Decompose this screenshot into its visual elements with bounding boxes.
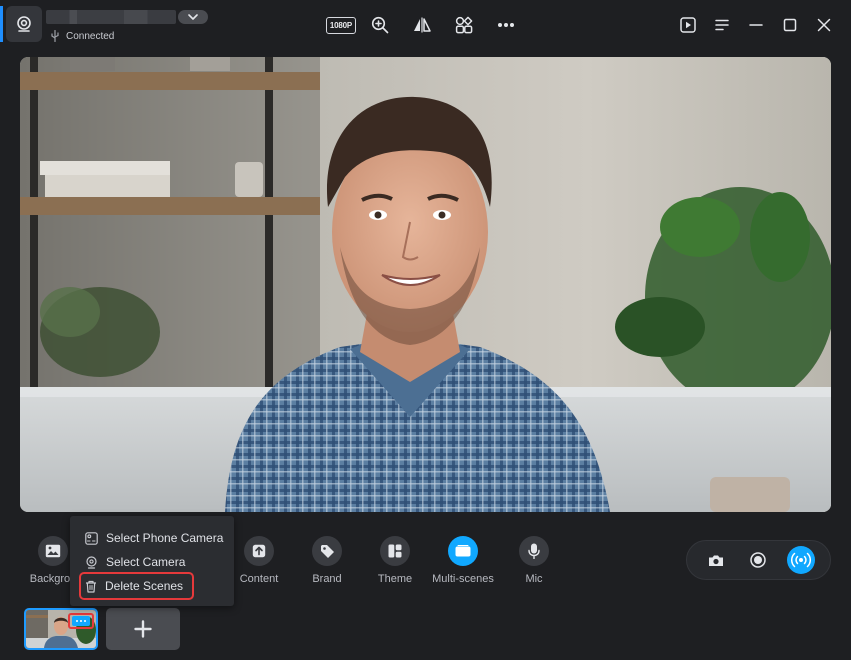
capture-controls — [686, 540, 831, 580]
record-icon — [750, 552, 767, 568]
resolution-button[interactable]: 1080P — [326, 13, 356, 37]
more-options-button[interactable] — [490, 13, 522, 37]
mirror-button[interactable] — [406, 13, 438, 37]
scene-more-button[interactable] — [68, 613, 94, 629]
mic-button[interactable]: Mic — [501, 536, 567, 585]
broadcast-icon — [790, 552, 811, 568]
maximize-icon — [783, 18, 797, 32]
zoom-in-icon — [371, 16, 389, 34]
menu-item-select-camera[interactable]: Select Camera — [70, 550, 234, 574]
add-scene-button[interactable] — [106, 608, 180, 650]
close-icon — [817, 18, 831, 32]
content-label: Content — [239, 573, 279, 585]
live-stream-button[interactable] — [786, 546, 815, 574]
close-button[interactable] — [807, 13, 841, 37]
webcam-icon — [17, 16, 31, 32]
view-tools: 1080P — [326, 13, 522, 37]
apps-icon — [455, 16, 473, 34]
menu-icon — [715, 19, 729, 31]
camera-feed-image — [20, 57, 831, 512]
scene-thumbnail[interactable] — [24, 608, 98, 650]
connection-status: Connected — [50, 29, 114, 43]
app-accent-bar — [0, 6, 3, 42]
play-tutorial-button[interactable] — [671, 13, 705, 37]
theme-label: Theme — [377, 573, 413, 585]
layout-button[interactable] — [438, 13, 490, 37]
scene-strip — [0, 606, 851, 654]
menu-label-select-camera: Select Camera — [106, 555, 186, 569]
content-button[interactable]: Content — [226, 536, 292, 585]
trash-icon — [86, 580, 96, 593]
menu-item-delete-scenes[interactable]: Delete Scenes — [79, 572, 194, 600]
zoom-button[interactable] — [354, 13, 406, 37]
connection-label: Connected — [66, 30, 115, 42]
mic-label: Mic — [525, 573, 543, 585]
maximize-button[interactable] — [773, 13, 807, 37]
multi-scenes-icon — [455, 545, 471, 557]
minimize-button[interactable] — [739, 13, 773, 37]
upload-icon — [252, 544, 266, 558]
theme-button[interactable]: Theme — [362, 536, 428, 585]
camera-snapshot-icon — [709, 555, 724, 566]
mic-icon — [528, 543, 540, 559]
brand-button[interactable]: Brand — [294, 536, 360, 585]
window-controls — [671, 13, 841, 37]
usb-icon — [51, 30, 59, 42]
theme-icon — [388, 544, 402, 558]
device-dropdown[interactable] — [178, 10, 208, 24]
device-name — [46, 10, 176, 24]
multi-scenes-button[interactable]: Multi-scenes — [425, 536, 501, 585]
image-icon — [45, 544, 61, 558]
menu-label-select-phone-camera: Select Phone Camera — [106, 531, 224, 545]
camera-preview — [20, 57, 831, 512]
title-bar: Connected 1080P — [0, 0, 851, 50]
menu-item-select-phone-camera[interactable]: Select Phone Camera — [70, 526, 234, 550]
tag-icon — [320, 544, 334, 558]
snapshot-button[interactable] — [702, 546, 730, 574]
multi-scenes-label: Multi-scenes — [432, 573, 494, 585]
brand-label: Brand — [312, 573, 342, 585]
play-icon — [680, 17, 696, 33]
camera-icon — [86, 555, 97, 569]
record-button[interactable] — [744, 546, 772, 574]
scene-context-menu: Select Phone Camera Select Camera Delete… — [70, 516, 234, 606]
more-horizontal-icon — [498, 23, 514, 27]
chevron-down-icon — [188, 14, 198, 20]
more-dots-icon — [72, 616, 90, 626]
menu-button[interactable] — [705, 13, 739, 37]
plus-icon — [134, 620, 152, 638]
mirror-icon — [414, 17, 431, 33]
phone-camera-icon — [85, 531, 98, 545]
app-logo[interactable] — [6, 6, 42, 42]
minimize-icon — [749, 24, 763, 26]
menu-label-delete-scenes: Delete Scenes — [105, 579, 184, 593]
resolution-label: 1080P — [326, 16, 356, 34]
